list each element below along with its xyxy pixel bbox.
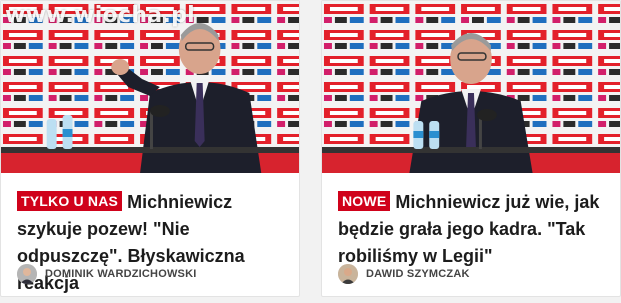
article-photo[interactable]	[322, 1, 620, 173]
press-conference-image	[322, 1, 620, 173]
new-badge: NOWE	[338, 191, 391, 211]
author-avatar	[17, 264, 37, 284]
watermark-text: www.wiocha.pl	[5, 3, 195, 28]
article-title[interactable]: NOWE Michniewicz już wie, jak będzie grał…	[338, 189, 604, 270]
author-avatar	[338, 264, 358, 284]
author-info[interactable]: DAWID SZYMCZAK	[338, 264, 470, 284]
article-card[interactable]: www.wiocha.pl TYLKO U NAS Michniewicz szy…	[0, 0, 300, 297]
exclusive-badge: TYLKO U NAS	[17, 191, 123, 211]
article-photo[interactable]: www.wiocha.pl	[1, 1, 299, 173]
author-name[interactable]: DOMINIK WARDZICHOWSKI	[45, 268, 196, 280]
article-card[interactable]: NOWE Michniewicz już wie, jak będzie grał…	[321, 0, 621, 297]
article-row: www.wiocha.pl TYLKO U NAS Michniewicz szy…	[0, 0, 621, 303]
author-info[interactable]: DOMINIK WARDZICHOWSKI	[17, 264, 196, 284]
author-name[interactable]: DAWID SZYMCZAK	[366, 268, 470, 280]
